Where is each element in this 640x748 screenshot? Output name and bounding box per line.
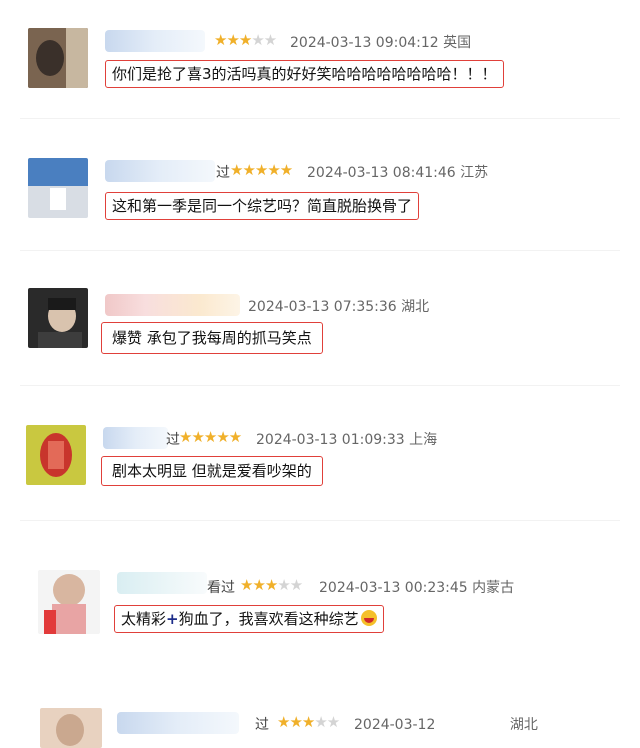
review-meta: 2024-03-13 00:23:45 内蒙古	[319, 577, 514, 597]
avatar[interactable]	[26, 425, 86, 485]
review-date: 2024-03-13 01:09:33	[256, 432, 405, 448]
comment-text: 剧本太明显 但就是爱看吵架的	[101, 456, 323, 486]
username-blurred	[105, 30, 205, 52]
rating-stars: ★★★★★	[277, 713, 340, 731]
username-blurred	[105, 294, 240, 316]
review-date: 2024-03-12	[354, 717, 436, 733]
review-meta: 2024-03-13 07:35:36 湖北	[248, 296, 429, 316]
watched-label: 过	[216, 165, 230, 181]
divider	[20, 118, 620, 119]
review-location: 湖北	[401, 299, 430, 315]
divider	[20, 385, 620, 386]
review-meta: 2024-03-13 08:41:46 江苏	[307, 162, 488, 182]
review-date: 2024-03-13 09:04:12	[290, 35, 439, 51]
divider	[20, 520, 620, 521]
laughing-emoji-icon	[360, 610, 377, 626]
avatar[interactable]	[28, 28, 88, 88]
avatar[interactable]	[38, 570, 100, 634]
watched-label: 过	[255, 717, 269, 733]
review-location: 英国	[443, 35, 472, 51]
comment-part: 太精彩	[121, 610, 167, 628]
comment-text: 爆赞 承包了我每周的抓马笑点	[101, 322, 323, 354]
divider	[20, 250, 620, 251]
watched-label: 过	[166, 432, 180, 448]
watched-label: 看过	[207, 580, 235, 596]
username-blurred	[105, 160, 215, 182]
avatar[interactable]	[28, 158, 88, 218]
review-date: 2024-03-13 08:41:46	[307, 165, 456, 181]
comment-part: 狗血了，我喜欢看这种综艺	[178, 610, 359, 628]
comment-text: 你们是抢了喜3的活吗真的好好笑哈哈哈哈哈哈哈哈！！！	[105, 60, 504, 88]
review-meta: 2024-03-12 湖北	[354, 714, 538, 734]
review-meta: 2024-03-13 09:04:12 英国	[290, 32, 471, 52]
review-date: 2024-03-13 00:23:45	[319, 580, 468, 596]
comment-text: 太精彩+狗血了，我喜欢看这种综艺	[114, 605, 384, 633]
username-blurred	[103, 427, 168, 449]
rating-stars: ★★★★★	[230, 161, 293, 179]
avatar[interactable]	[28, 288, 88, 348]
username-blurred	[117, 712, 239, 734]
username-blurred	[117, 572, 207, 594]
rating-stars: ★★★★★	[240, 576, 303, 594]
comment-text: 这和第一季是同一个综艺吗？简直脱胎换骨了	[105, 192, 420, 220]
review-location: 江苏	[460, 165, 489, 181]
review-date: 2024-03-13 07:35:36	[248, 299, 397, 315]
rating-stars: ★★★★★	[214, 31, 277, 49]
plus-sign: +	[166, 610, 179, 628]
review-meta: 2024-03-13 01:09:33 上海	[256, 429, 437, 449]
review-location: 湖北	[509, 717, 538, 733]
avatar[interactable]	[40, 708, 102, 748]
rating-stars: ★★★★★	[179, 428, 242, 446]
review-location: 上海	[409, 432, 438, 448]
review-location: 内蒙古	[472, 580, 515, 596]
